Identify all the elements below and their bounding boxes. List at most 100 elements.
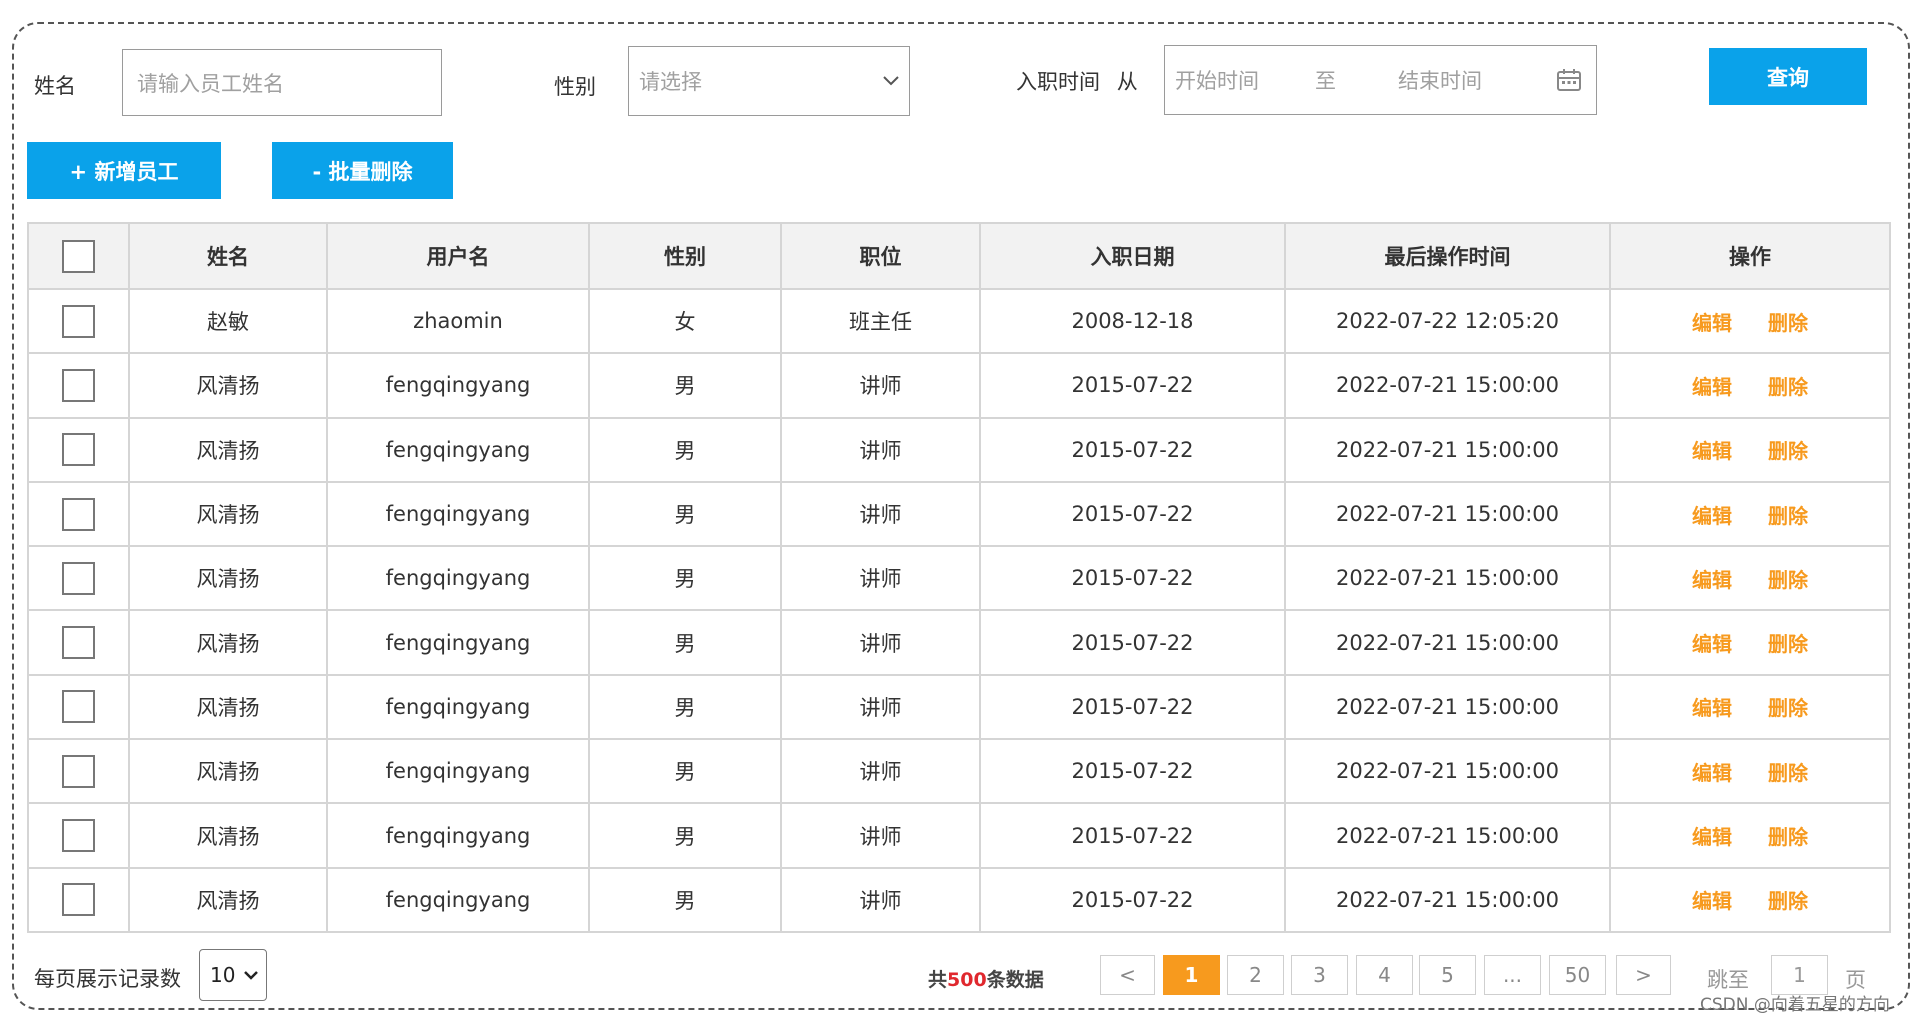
row-checkbox[interactable] [62,690,95,724]
delete-link[interactable]: 删除 [1768,825,1808,849]
cell-gender: 男 [588,416,782,483]
delete-link[interactable]: 删除 [1768,375,1808,399]
cell-hire-date: 2015-07-22 [979,480,1286,548]
edit-link[interactable]: 编辑 [1692,696,1732,720]
cell-actions: 编辑 删除 [1609,802,1891,869]
page-button-50[interactable]: 50 [1549,955,1606,995]
page-button-1[interactable]: 1 [1163,955,1220,995]
edit-link[interactable]: 编辑 [1692,568,1732,592]
edit-link[interactable]: 编辑 [1692,504,1732,528]
next-page-button[interactable]: > [1616,955,1671,995]
cell-hire-date: 2008-12-18 [979,287,1286,355]
cell-gender: 男 [588,802,782,869]
page-button-3[interactable]: 3 [1291,955,1348,995]
row-select-cell[interactable] [27,416,130,483]
row-select-cell[interactable] [27,673,130,741]
row-checkbox[interactable] [62,883,95,917]
prev-page-button[interactable]: < [1100,955,1155,995]
delete-link[interactable]: 删除 [1768,632,1808,656]
edit-link[interactable]: 编辑 [1692,889,1732,913]
row-select-cell[interactable] [27,352,130,419]
row-select-cell[interactable] [27,866,130,933]
cell-gender: 男 [588,866,782,933]
cell-username: fengqingyang [326,866,590,933]
hire-date-label: 入职时间 从 [1016,70,1138,94]
cell-last-op: 2022-07-21 15:00:00 [1284,866,1611,933]
cell-gender: 男 [588,545,782,612]
cell-username: fengqingyang [326,738,590,805]
row-checkbox[interactable] [62,304,95,338]
cell-position: 讲师 [780,738,981,805]
delete-link[interactable]: 删除 [1768,761,1808,785]
row-checkbox[interactable] [62,819,95,853]
delete-link[interactable]: 删除 [1768,311,1808,335]
edit-link[interactable]: 编辑 [1692,439,1732,463]
cell-username: fengqingyang [326,673,590,741]
name-input-placeholder: 请输入员工姓名 [137,71,284,96]
date-range-picker[interactable]: 开始时间 至 结束时间 [1164,45,1597,115]
delete-link[interactable]: 删除 [1768,439,1808,463]
add-employee-button[interactable]: + 新增员工 [27,142,221,199]
page-button-4[interactable]: 4 [1356,955,1413,995]
row-select-cell[interactable] [27,480,130,548]
page-button-2[interactable]: 2 [1227,955,1284,995]
name-input[interactable]: 请输入员工姓名 [122,49,442,116]
employee-table: 姓名 用户名 性别 职位 入职日期 最后操作时间 操作 赵敏 zhaomin 女班主… [27,222,1891,933]
row-select-cell[interactable] [27,609,130,676]
page-button-5[interactable]: 5 [1419,955,1476,995]
select-all-cell[interactable] [27,222,130,290]
cell-username: zhaomin [326,287,590,355]
edit-link[interactable]: 编辑 [1692,311,1732,335]
date-start-placeholder[interactable]: 开始时间 [1175,65,1259,95]
cell-username: fengqingyang [326,545,590,612]
page-size-select[interactable]: 10 [199,949,267,1001]
row-select-cell[interactable] [27,545,130,612]
edit-link[interactable]: 编辑 [1692,825,1732,849]
table-row: 风清扬 fengqingyang 男讲师 2015-07-22 2022-07-21 1… [27,802,1891,869]
row-select-cell[interactable] [27,802,130,869]
cell-last-op: 2022-07-21 15:00:00 [1284,480,1611,548]
cell-last-op: 2022-07-21 15:00:00 [1284,545,1611,612]
query-button[interactable]: 查询 [1709,48,1867,105]
edit-link[interactable]: 编辑 [1692,761,1732,785]
edit-link[interactable]: 编辑 [1692,375,1732,399]
cell-actions: 编辑 删除 [1609,866,1891,933]
total-count-number: 500 [947,969,987,991]
edit-link[interactable]: 编辑 [1692,632,1732,656]
column-header-username: 用户名 [326,222,590,290]
cell-name: 风清扬 [128,866,328,933]
gender-select[interactable]: 请选择 [628,46,910,116]
cell-position: 讲师 [780,480,981,548]
table-row: 风清扬 fengqingyang 男讲师 2015-07-22 2022-07-21 1… [27,545,1891,612]
delete-link[interactable]: 删除 [1768,568,1808,592]
row-select-cell[interactable] [27,287,130,355]
page-size-label: 每页展示记录数 [34,967,181,991]
table-header-row: 姓名 用户名 性别 职位 入职日期 最后操作时间 操作 [27,222,1891,290]
cell-hire-date: 2015-07-22 [979,416,1286,483]
cell-name: 风清扬 [128,802,328,869]
cell-last-op: 2022-07-21 15:00:00 [1284,609,1611,676]
select-all-checkbox[interactable] [62,239,95,273]
cell-hire-date: 2015-07-22 [979,866,1286,933]
chevron-down-icon [883,76,899,86]
delete-link[interactable]: 删除 [1768,504,1808,528]
cell-hire-date: 2015-07-22 [979,802,1286,869]
table-row: 风清扬 fengqingyang 男讲师 2015-07-22 2022-07-21 1… [27,609,1891,676]
calendar-icon[interactable] [1556,68,1582,92]
jump-page-input[interactable]: 1 [1771,955,1828,995]
row-checkbox[interactable] [62,561,95,595]
cell-last-op: 2022-07-21 15:00:00 [1284,738,1611,805]
row-checkbox[interactable] [62,433,95,467]
row-select-cell[interactable] [27,738,130,805]
gender-select-placeholder: 请选择 [639,70,702,94]
row-checkbox[interactable] [62,754,95,788]
date-end-placeholder[interactable]: 结束时间 [1398,65,1482,95]
delete-link[interactable]: 删除 [1768,889,1808,913]
row-checkbox[interactable] [62,626,95,660]
batch-delete-button[interactable]: - 批量删除 [272,142,453,199]
delete-link[interactable]: 删除 [1768,696,1808,720]
row-checkbox[interactable] [62,497,95,531]
table-row: 风清扬 fengqingyang 男讲师 2015-07-22 2022-07-21 1… [27,866,1891,933]
gender-label: 性别 [554,75,596,99]
row-checkbox[interactable] [62,368,95,402]
